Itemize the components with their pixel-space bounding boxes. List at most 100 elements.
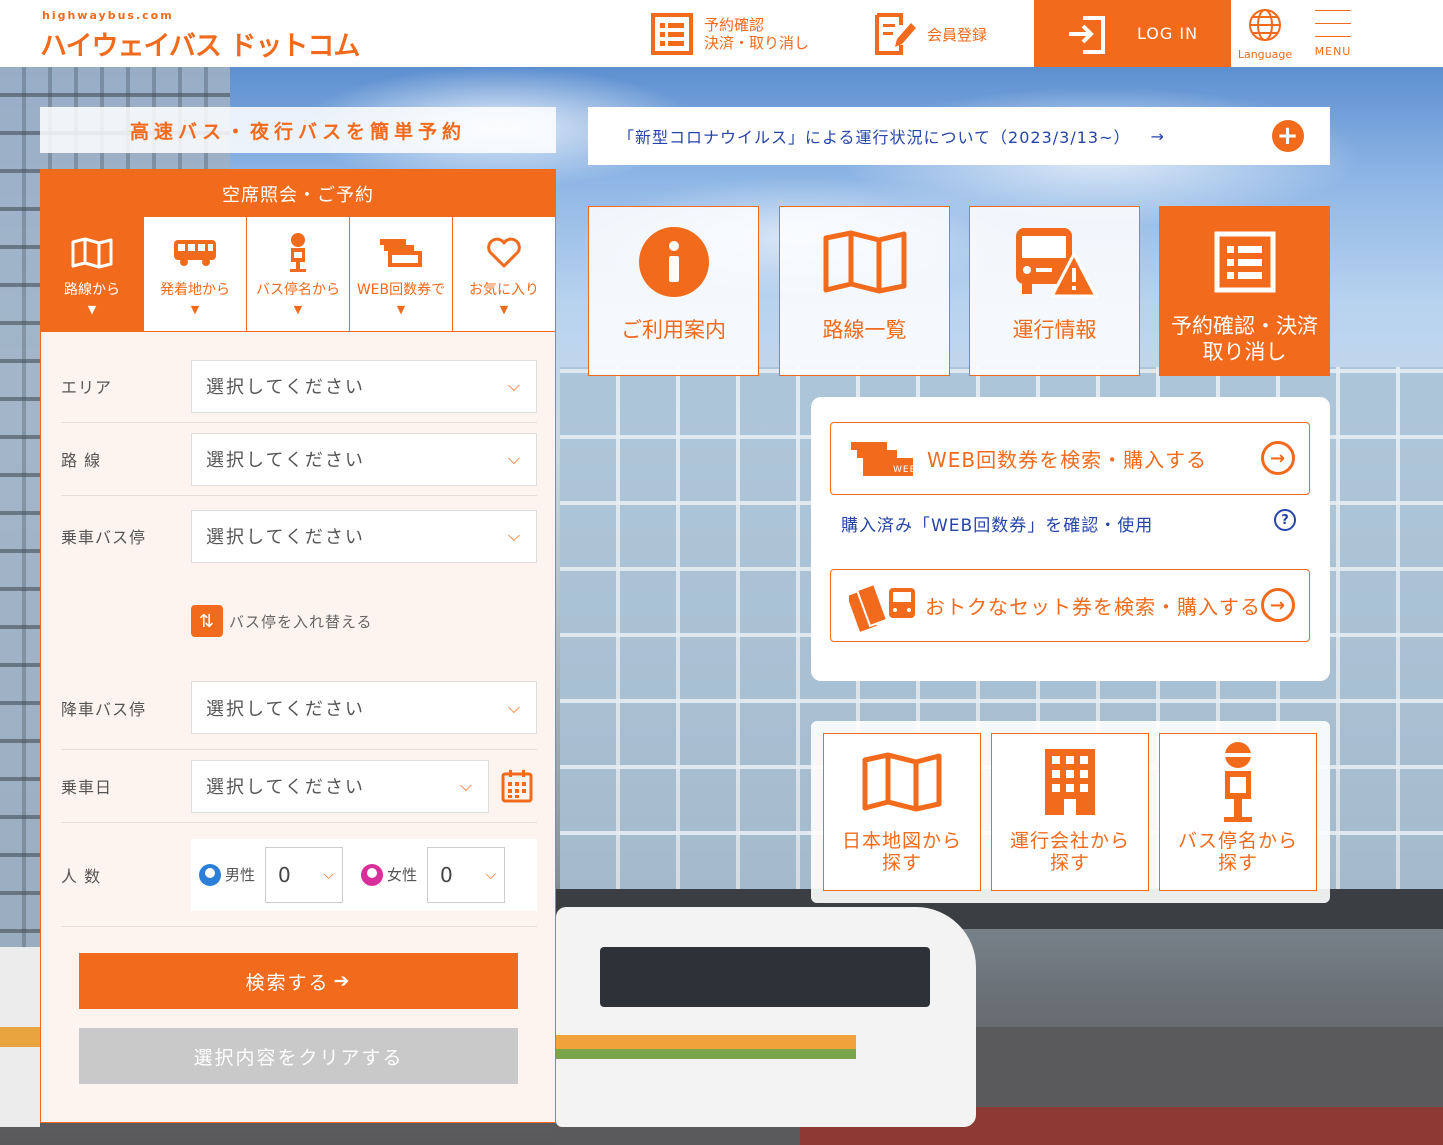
route-label: 路 線 — [61, 451, 102, 470]
logo-domain[interactable]: highwaybus.com — [42, 9, 174, 22]
tab-label: 路線から — [64, 281, 120, 298]
tile-route-list[interactable]: 路線一覧 — [779, 206, 950, 376]
female-count-group: 女性 0 ⌵ — [361, 846, 506, 903]
chevron-down-icon: ⌵ — [507, 697, 522, 717]
tile-reservation[interactable]: 予約確認・決済 取り消し — [1159, 206, 1330, 376]
search-card-line2: 探す — [881, 852, 922, 874]
reserve-line1: 予約確認 — [704, 16, 765, 34]
list-icon — [1214, 231, 1275, 293]
tab-by-bus-stop-name[interactable]: バス停名から ▼ — [246, 217, 349, 331]
language-selector[interactable]: Language — [1236, 8, 1294, 64]
swap-stops-button[interactable]: ⇅ バス停を入れ替える — [61, 576, 537, 666]
swap-icon: ⇅ — [191, 605, 223, 637]
calendar-icon — [501, 770, 533, 803]
search-button-label: 検索する — [245, 971, 330, 994]
set-ticket-buy-button[interactable]: おトクなセット券を検索・購入する → — [830, 569, 1310, 642]
edit-form-icon — [875, 13, 916, 55]
tile-service-info[interactable]: 運行情報 — [969, 206, 1140, 376]
building-icon — [1045, 749, 1095, 815]
tile-label: 運行情報 — [1012, 318, 1097, 342]
alighting-stop-select[interactable]: 選択してください ⌵ — [191, 681, 537, 734]
tab-label: WEB回数券で — [356, 281, 446, 298]
web-ticket-buy-button[interactable]: WEB WEB回数券を検索・購入する → — [830, 422, 1310, 495]
tab-by-web-ticket[interactable]: WEB回数券で ▼ — [349, 217, 452, 331]
menu-label: MENU — [1314, 45, 1352, 58]
people-selector: 男性 0 ⌵ 女性 0 ⌵ — [191, 838, 537, 911]
bus-icon — [174, 239, 216, 266]
site-logo[interactable]: ハイウェイバス ドットコム — [40, 24, 360, 63]
header-reservation-link[interactable]: 予約確認 決済・取り消し — [650, 10, 835, 58]
chevron-down-icon: ⌵ — [459, 776, 474, 795]
help-icon[interactable]: ? — [1274, 509, 1296, 531]
search-by-japan-map[interactable]: 日本地図から 探す — [823, 733, 981, 891]
tab-label: お気に入り — [469, 281, 539, 298]
boarding-label: 乗車バス停 — [61, 528, 147, 547]
notice-text: 「新型コロナウイルス」による運行状況について（2023/3/13~） — [618, 128, 1131, 147]
login-icon — [1068, 15, 1105, 54]
covid-notice[interactable]: 「新型コロナウイルス」による運行状況について（2023/3/13~） → + — [588, 107, 1330, 165]
bus-warning-icon — [1015, 228, 1098, 298]
tile-label-line2: 取り消し — [1202, 340, 1287, 364]
search-card-line2: 探す — [1217, 852, 1258, 874]
tab-label: 発着地から — [160, 281, 230, 298]
tab-by-origin-destination[interactable]: 発着地から ▼ — [143, 217, 246, 331]
female-avatar-icon — [361, 863, 384, 886]
hamburger-icon — [1306, 8, 1360, 37]
boarding-stop-select[interactable]: 選択してください ⌵ — [191, 509, 537, 563]
tab-label: バス停名から — [256, 281, 340, 298]
search-card-line1: 運行会社から — [1009, 830, 1130, 852]
web-ticket-box: WEB WEB回数券を検索・購入する → 購入済み「WEB回数券」を確認・使用 … — [811, 397, 1330, 681]
clear-button[interactable]: 選択内容をクリアする — [79, 1028, 518, 1084]
arrow-circle-right-icon: → — [1261, 441, 1295, 475]
language-label: Language — [1237, 48, 1293, 61]
select-value: 選択してください — [206, 450, 365, 471]
boarding-row: 乗車バス停 選択してください ⌵ — [61, 496, 537, 576]
calendar-button[interactable] — [497, 760, 537, 813]
heart-icon — [487, 237, 521, 267]
people-label: 人 数 — [61, 866, 102, 886]
purchased-web-ticket-link[interactable]: 購入済み「WEB回数券」を確認・使用 — [841, 511, 1153, 536]
chevron-down-icon: ⌵ — [323, 866, 335, 883]
male-count-select[interactable]: 0 ⌵ — [265, 846, 344, 903]
web-ticket-buy-label: WEB回数券を検索・購入する — [927, 448, 1208, 472]
search-card-line1: バス停名から — [1177, 830, 1298, 852]
login-button[interactable]: LOG IN — [1034, 0, 1231, 67]
site-header: highwaybus.com ハイウェイバス ドットコム 予約確認 決済・取り消… — [0, 0, 1443, 67]
chevron-down-icon: ⌵ — [507, 526, 522, 545]
female-count-select[interactable]: 0 ⌵ — [427, 846, 506, 903]
search-by-stop-name[interactable]: バス停名から 探す — [1159, 733, 1317, 891]
tab-arrow: ▼ — [190, 302, 200, 316]
expand-plus-icon[interactable]: + — [1272, 120, 1304, 152]
people-row: 人 数 男性 0 ⌵ 女性 0 ⌵ — [61, 823, 537, 927]
menu-button[interactable]: MENU — [1306, 8, 1360, 64]
search-card-line2: 探す — [1049, 852, 1090, 874]
tab-by-route[interactable]: 路線から ▼ — [41, 217, 143, 331]
member-label: 会員登録 — [927, 25, 988, 44]
tile-label: ご利用案内 — [621, 318, 726, 342]
female-count-value: 0 — [440, 862, 453, 887]
date-label: 乗車日 — [61, 778, 113, 797]
select-value: 選択してください — [206, 527, 365, 548]
route-select[interactable]: 選択してください ⌵ — [191, 432, 537, 486]
search-button[interactable]: 検索する ➔ — [79, 953, 518, 1009]
ticket-icon — [380, 238, 422, 267]
tile-usage-guide[interactable]: ご利用案内 — [588, 206, 759, 376]
globe-icon — [1249, 9, 1281, 41]
search-by-operator[interactable]: 運行会社から 探す — [991, 733, 1149, 891]
map-icon — [71, 237, 113, 268]
header-member-register-link[interactable]: 会員登録 — [873, 10, 1023, 58]
arrow-circle-right-icon: → — [1261, 588, 1295, 622]
area-select[interactable]: 選択してください ⌵ — [191, 359, 537, 413]
alighting-label: 降車バス停 — [61, 699, 147, 719]
bus-stop-icon — [1222, 742, 1254, 822]
tab-arrow: ▼ — [396, 302, 406, 316]
arrow-right-icon: ➔ — [333, 970, 352, 992]
tab-favorites[interactable]: お気に入り ▼ — [452, 217, 555, 331]
alighting-row: 降車バス停 選択してください ⌵ — [61, 666, 537, 750]
tile-label: 路線一覧 — [822, 318, 907, 342]
route-row: 路 線 選択してください ⌵ — [61, 423, 537, 496]
male-count-group: 男性 0 ⌵ — [199, 846, 344, 903]
search-tabs: 路線から ▼ 発着地から ▼ バス停名から ▼ WEB回数券で ▼ お気に入り … — [41, 217, 555, 332]
date-select[interactable]: 選択してください ⌵ — [191, 759, 489, 813]
area-row: エリア 選択してください ⌵ — [61, 350, 537, 423]
